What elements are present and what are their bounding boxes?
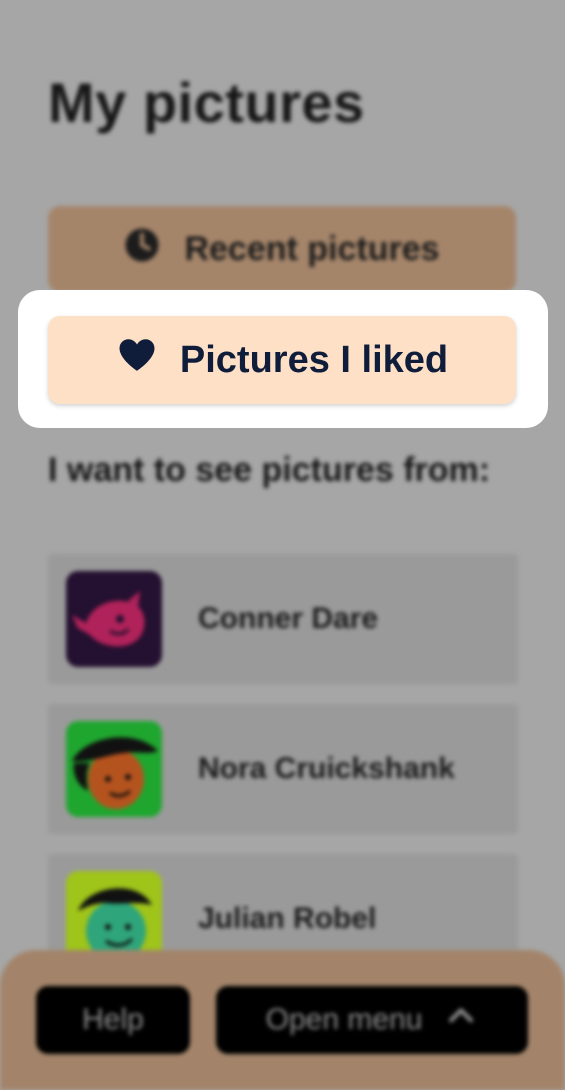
open-menu-button[interactable]: Open menu <box>216 986 528 1054</box>
creator-name: Nora Cruickshank <box>198 752 455 785</box>
creator-name: Julian Robel <box>198 902 377 935</box>
creator-item-nora-cruickshank[interactable]: Nora Cruickshank <box>48 704 518 834</box>
page-title: My pictures <box>48 71 365 134</box>
chevron-up-icon <box>444 999 478 1041</box>
creators-heading: I want to see pictures from: <box>48 451 491 489</box>
dimmed-background-content: My pictures Recent pictures I want to se… <box>0 0 565 1090</box>
creator-name: Conner Dare <box>198 602 379 635</box>
avatar <box>66 721 162 817</box>
recent-pictures-label: Recent pictures <box>184 229 440 268</box>
pictures-liked-label: Pictures I liked <box>179 338 449 381</box>
avatar <box>66 571 162 667</box>
recent-pictures-button[interactable]: Recent pictures <box>48 206 516 292</box>
heart-icon <box>116 334 158 386</box>
help-label: Help <box>82 1003 144 1036</box>
creator-list: Conner Dare Nora Cruickshank Julian Robe… <box>48 554 518 1004</box>
pictures-liked-button[interactable]: Pictures I liked <box>48 316 516 404</box>
help-button[interactable]: Help <box>36 986 190 1054</box>
open-menu-label: Open menu <box>265 1003 423 1036</box>
creator-item-conner-dare[interactable]: Conner Dare <box>48 554 518 684</box>
clock-icon <box>124 227 160 272</box>
